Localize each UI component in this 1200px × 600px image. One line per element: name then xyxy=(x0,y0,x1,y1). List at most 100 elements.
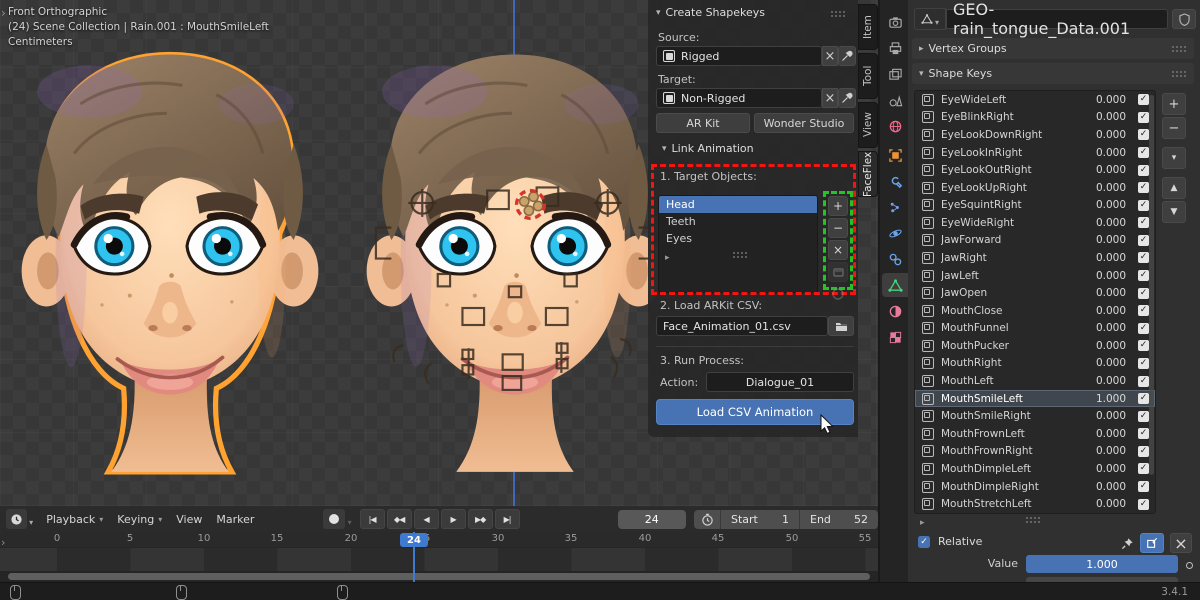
shape-key-value[interactable]: 0.000 xyxy=(1084,94,1126,106)
animate-decorator-icon[interactable] xyxy=(1186,562,1193,569)
shape-key-checkbox[interactable] xyxy=(1138,305,1149,316)
shape-key-checkbox[interactable] xyxy=(1138,481,1149,492)
next-keyframe-button[interactable]: ▶◆ xyxy=(468,509,493,529)
current-frame-field[interactable]: 24 xyxy=(618,510,686,529)
shape-key-value[interactable]: 0.000 xyxy=(1084,428,1126,440)
list-extra-button[interactable] xyxy=(828,284,848,304)
output-tab-icon[interactable] xyxy=(882,36,908,60)
shape-key-checkbox[interactable] xyxy=(1138,217,1149,228)
shape-key-row[interactable]: EyeBlinkRight 0.000 xyxy=(915,109,1155,127)
eyedropper-icon[interactable] xyxy=(838,46,856,66)
shape-key-value[interactable]: 0.000 xyxy=(1084,340,1126,352)
modifiers-tab-icon[interactable] xyxy=(882,169,908,193)
physics-tab-icon[interactable] xyxy=(882,221,908,245)
fake-user-shield-icon[interactable] xyxy=(1172,9,1196,29)
shape-key-row[interactable]: JawOpen 0.000 xyxy=(915,284,1155,302)
shape-key-checkbox[interactable] xyxy=(1138,393,1149,404)
shape-key-checkbox[interactable] xyxy=(1138,270,1149,281)
timeline-ruler[interactable]: 0510152025303540455055 xyxy=(0,532,878,547)
shape-key-row[interactable]: MouthStretchLeft 0.000 xyxy=(915,495,1155,513)
shape-key-row[interactable]: JawRight 0.000 xyxy=(915,249,1155,267)
jump-to-end-button[interactable]: ▶| xyxy=(495,509,520,529)
editor-type-button[interactable] xyxy=(6,509,27,529)
shape-key-value[interactable]: 0.000 xyxy=(1084,305,1126,317)
list-remove-button[interactable]: − xyxy=(828,218,848,238)
shape-key-row[interactable]: EyeSquintRight 0.000 xyxy=(915,196,1155,214)
shape-key-specials-button[interactable]: ▾ xyxy=(1162,147,1186,169)
shape-key-value[interactable]: 0.000 xyxy=(1084,481,1126,493)
sidebar-tab[interactable]: Tool xyxy=(858,53,878,99)
shape-key-row[interactable]: MouthRight 0.000 xyxy=(915,355,1155,373)
character-head-selected[interactable] xyxy=(0,42,340,506)
list-special-button[interactable] xyxy=(828,262,848,282)
constraints-tab-icon[interactable] xyxy=(882,247,908,271)
shape-key-checkbox[interactable] xyxy=(1138,376,1149,387)
chevron-down-icon[interactable] xyxy=(29,510,33,529)
shape-key-checkbox[interactable] xyxy=(1138,252,1149,263)
shape-key-row[interactable]: JawLeft 0.000 xyxy=(915,267,1155,285)
shape-key-checkbox[interactable] xyxy=(1138,112,1149,123)
shape-key-edit-mode-icon[interactable] xyxy=(1140,533,1164,553)
shape-key-value[interactable]: 0.000 xyxy=(1084,357,1126,369)
list-clear-button[interactable]: × xyxy=(828,240,848,260)
shape-key-row[interactable]: MouthFrownRight 0.000 xyxy=(915,443,1155,461)
wonder-studio-button[interactable]: Wonder Studio xyxy=(754,113,854,133)
value-slider[interactable]: 1.000 xyxy=(1026,555,1178,573)
shape-key-remove-button[interactable]: − xyxy=(1162,117,1186,139)
shape-key-checkbox[interactable] xyxy=(1138,323,1149,334)
shape-key-value[interactable]: 0.000 xyxy=(1084,375,1126,387)
shape-key-checkbox[interactable] xyxy=(1138,446,1149,457)
list-add-button[interactable]: + xyxy=(828,196,848,216)
menu-item[interactable]: Playback xyxy=(39,513,110,526)
shape-key-checkbox[interactable] xyxy=(1138,165,1149,176)
shape-key-value[interactable]: 0.000 xyxy=(1084,164,1126,176)
shape-key-checkbox[interactable] xyxy=(1138,200,1149,211)
shape-key-checkbox[interactable] xyxy=(1138,358,1149,369)
shape-key-value[interactable]: 0.000 xyxy=(1084,234,1126,246)
scrollbar-handle[interactable] xyxy=(8,573,870,580)
shape-key-row[interactable]: JawForward 0.000 xyxy=(915,232,1155,250)
shape-key-checkbox[interactable] xyxy=(1138,235,1149,246)
shape-key-value[interactable]: 0.000 xyxy=(1084,199,1126,211)
sidebar-tab[interactable]: View xyxy=(858,102,878,148)
sidebar-tab[interactable]: Item xyxy=(858,4,878,50)
ar-kit-button[interactable]: AR Kit xyxy=(656,113,750,133)
csv-file-field[interactable]: Face_Animation_01.csv xyxy=(656,316,828,336)
shape-key-value[interactable]: 0.000 xyxy=(1084,217,1126,229)
prev-keyframe-button[interactable]: ◆◀ xyxy=(387,509,412,529)
shape-key-checkbox[interactable] xyxy=(1138,340,1149,351)
auto-keying-record-button[interactable] xyxy=(323,509,344,529)
action-field[interactable]: Dialogue_01 xyxy=(706,372,854,392)
timeline-panel-arrow[interactable]: › xyxy=(1,536,5,549)
world-tab-icon[interactable] xyxy=(882,114,908,138)
menu-item[interactable]: View xyxy=(169,513,209,526)
shape-key-row[interactable]: EyeLookOutRight 0.000 xyxy=(915,161,1155,179)
clear-source-button[interactable] xyxy=(822,46,838,66)
shape-key-value[interactable]: 0.000 xyxy=(1084,463,1126,475)
shape-key-row[interactable]: MouthFunnel 0.000 xyxy=(915,320,1155,338)
particles-tab-icon[interactable] xyxy=(882,195,908,219)
drag-grip-icon[interactable] xyxy=(1171,70,1187,77)
start-frame-field[interactable]: Start 1 xyxy=(721,513,799,526)
shape-key-row[interactable]: MouthClose 0.000 xyxy=(915,302,1155,320)
shape-keys-header[interactable]: ▾ Shape Keys xyxy=(912,63,1194,84)
shape-key-value[interactable]: 0.000 xyxy=(1084,129,1126,141)
playhead-frame-badge[interactable]: 24 xyxy=(400,533,428,547)
source-object-field[interactable]: Rigged xyxy=(656,46,822,66)
jump-to-start-button[interactable]: |◀ xyxy=(360,509,385,529)
close-icon[interactable]: × xyxy=(1170,533,1192,553)
shape-key-value[interactable]: 0.000 xyxy=(1084,147,1126,159)
chevron-down-icon[interactable] xyxy=(348,510,352,529)
create-shapekeys-header[interactable]: ▾ Create Shapekeys xyxy=(656,6,765,19)
shape-key-row[interactable]: MouthDimpleLeft 0.000 xyxy=(915,460,1155,478)
pin-icon[interactable] xyxy=(1116,533,1138,553)
shape-key-value[interactable]: 0.000 xyxy=(1084,182,1126,194)
shape-key-row[interactable]: MouthFrownLeft 0.000 xyxy=(915,425,1155,443)
vertex-groups-header[interactable]: ▸ Vertex Groups xyxy=(912,38,1194,59)
scene-tab-icon[interactable] xyxy=(882,88,908,112)
preview-range-clock-icon[interactable] xyxy=(694,513,720,526)
shape-key-value[interactable]: 0.000 xyxy=(1084,287,1126,299)
shape-key-value[interactable]: 0.000 xyxy=(1084,111,1126,123)
expand-triangle-icon[interactable] xyxy=(920,510,925,529)
shape-key-row[interactable]: EyeLookInRight 0.000 xyxy=(915,144,1155,162)
